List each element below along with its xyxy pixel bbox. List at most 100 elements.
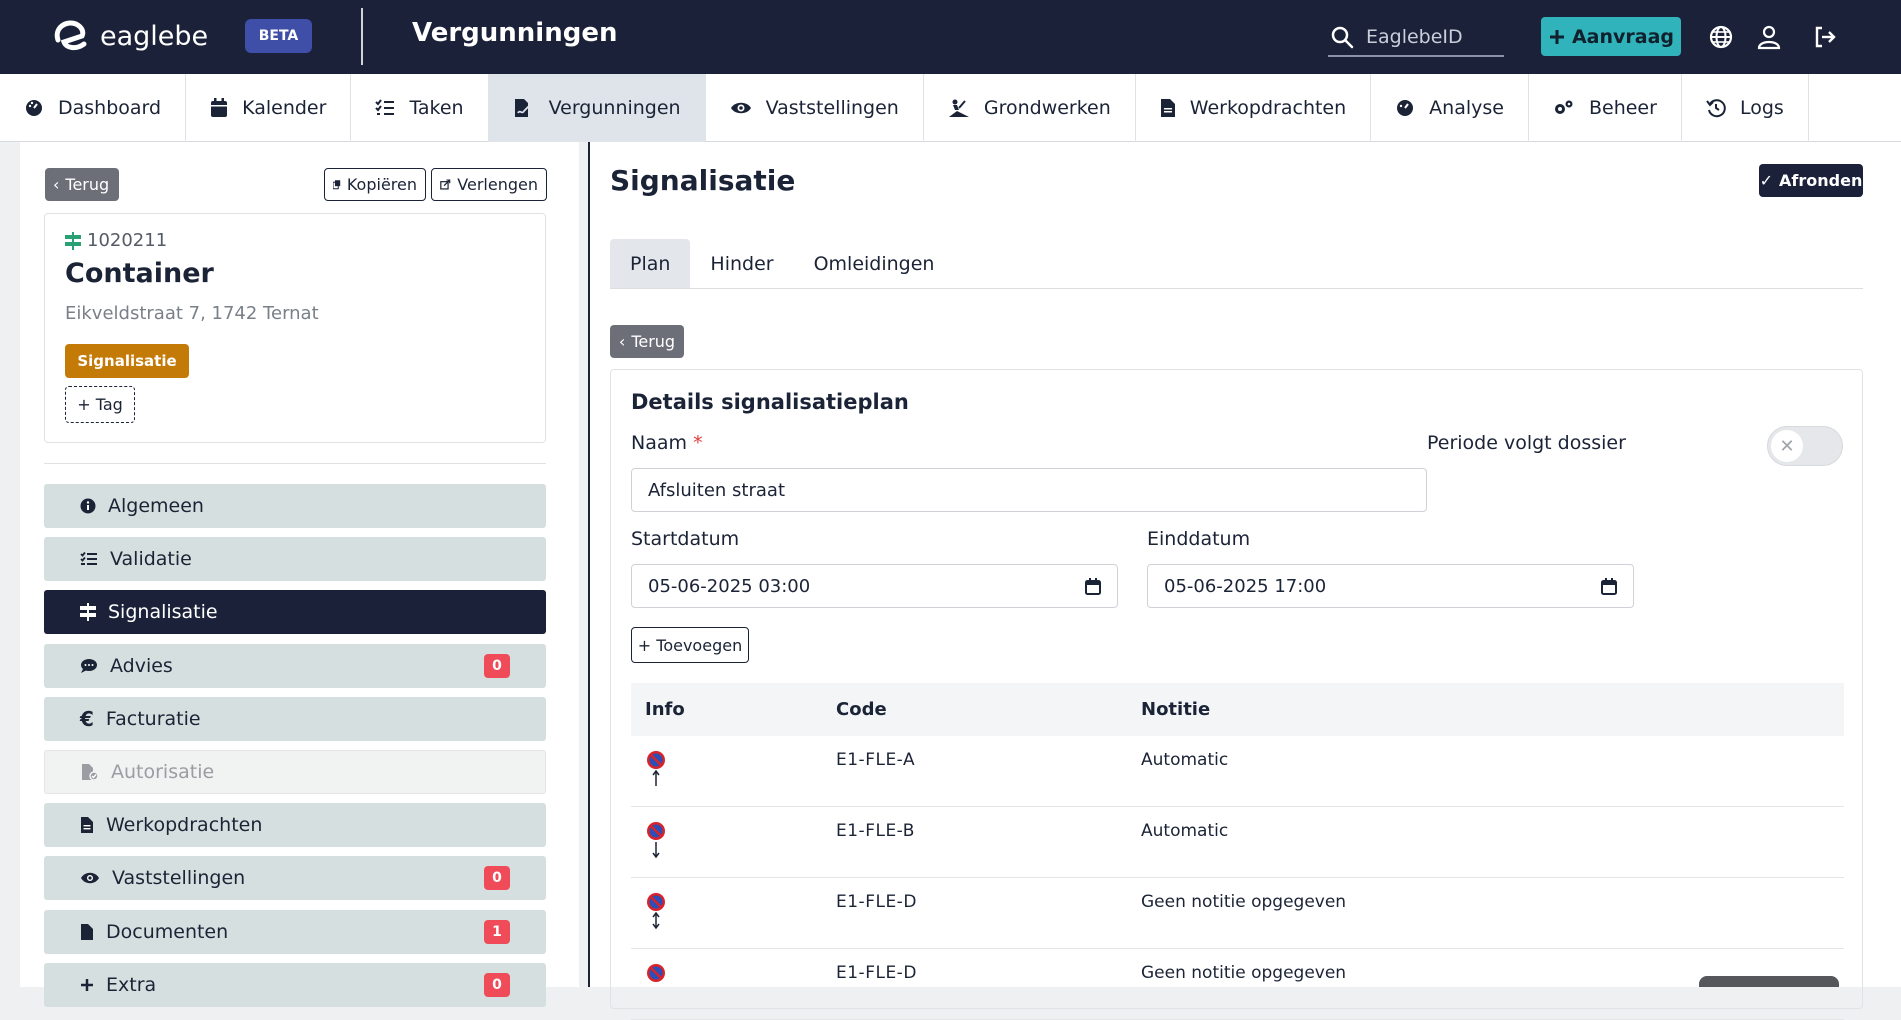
nav-item-kalender[interactable]: Kalender (186, 74, 352, 142)
chevron-left-icon: ‹ (618, 332, 626, 351)
periode-label: Periode volgt dossier (1427, 432, 1626, 454)
eye-icon (730, 102, 751, 114)
eaglebe-logo-icon (54, 20, 87, 51)
startdatum-value: 05-06-2025 03:00 (648, 575, 811, 597)
copy-button[interactable]: Kopiëren (324, 168, 426, 201)
table-row[interactable]: E1-FLE-D Geen notitie opgegeven (631, 878, 1844, 949)
startdatum-label: Startdatum (631, 528, 740, 550)
plus-icon (1549, 29, 1564, 44)
menu-item-advies[interactable]: Advies 0 (44, 644, 546, 688)
naam-input[interactable]: Afsluiten straat (631, 468, 1427, 512)
table-row[interactable]: E1-FLE-D Geen notitie opgegeven (631, 949, 1844, 1020)
eaglebe-logo[interactable]: eaglebe (52, 18, 208, 54)
einddatum-input[interactable]: 05-06-2025 17:00 (1147, 564, 1634, 608)
dossier-number-text: 1020211 (87, 230, 168, 251)
menu-item-signalisatie[interactable]: Signalisatie (44, 590, 546, 634)
nav-item-grondwerken[interactable]: Grondwerken (924, 74, 1136, 142)
startdatum-input[interactable]: 05-06-2025 03:00 (631, 564, 1118, 608)
menu-label: Vaststellingen (112, 867, 246, 889)
gauge-icon (26, 100, 42, 116)
user-icon[interactable] (1756, 24, 1782, 50)
menu-label: Autorisatie (111, 761, 215, 783)
table-row[interactable]: E1-FLE-B Automatic (631, 807, 1844, 878)
copy-icon (333, 180, 341, 190)
naam-label: Naam * (631, 432, 703, 454)
nav-item-vaststellingen[interactable]: Vaststellingen (706, 74, 924, 142)
tab-hinder[interactable]: Hinder (690, 239, 793, 288)
check-icon: ✓ (1759, 171, 1774, 190)
menu-item-validatie[interactable]: Validatie (44, 537, 546, 581)
no-parking-sign-icon (647, 893, 665, 930)
add-tag-button[interactable]: + Tag (65, 386, 135, 423)
nav-label: Logs (1739, 97, 1784, 119)
toevoegen-button[interactable]: + Toevoegen (631, 627, 749, 663)
digging-icon (948, 99, 969, 117)
section-title: Signalisatie (610, 164, 796, 197)
tag-signalisatie[interactable]: Signalisatie (65, 344, 189, 378)
menu-label: Documenten (106, 921, 229, 943)
menu-item-algemeen[interactable]: Algemeen (44, 484, 546, 528)
einddatum-value: 05-06-2025 17:00 (1164, 575, 1327, 597)
row-code: E1-FLE-D (836, 963, 917, 983)
afronden-button[interactable]: ✓ Afronden (1759, 164, 1863, 197)
search-input[interactable] (1366, 26, 1496, 48)
table-header: Info Code Notitie (631, 683, 1844, 736)
menu-label: Signalisatie (108, 601, 218, 623)
page-title: Vergunningen (412, 18, 618, 48)
comments-icon (81, 659, 97, 673)
menu-item-documenten[interactable]: Documenten 1 (44, 910, 546, 954)
file-icon (81, 924, 93, 940)
menu-label: Facturatie (105, 708, 201, 730)
afronden-label: Afronden (1779, 171, 1863, 190)
tab-plan[interactable]: Plan (610, 239, 691, 288)
required-marker: * (693, 432, 703, 454)
dossier-number: 1020211 (65, 230, 167, 251)
back-label: Terug (65, 175, 110, 194)
menu-item-facturatie[interactable]: € Facturatie (44, 697, 546, 741)
globe-icon[interactable] (1708, 24, 1734, 50)
nav-label: Werkopdrachten (1189, 97, 1347, 119)
extend-button[interactable]: Verlengen (431, 168, 547, 201)
nav-item-werkopdrachten[interactable]: Werkopdrachten (1136, 74, 1372, 142)
vaststellingen-count-badge: 0 (484, 866, 510, 890)
tab-bar: Plan Hinder Omleidingen (610, 239, 1863, 289)
nav-item-taken[interactable]: Taken (351, 74, 489, 142)
aanvraag-label: Aanvraag (1571, 25, 1675, 48)
search-icon[interactable] (1330, 25, 1354, 49)
search-box[interactable] (1328, 19, 1504, 57)
nav-item-dashboard[interactable]: Dashboard (0, 74, 187, 142)
signpost-icon (80, 603, 96, 621)
share-icon (440, 179, 451, 190)
plan-back-button[interactable]: ‹ Terug (610, 325, 684, 358)
logo-text: eaglebe (100, 20, 209, 52)
floating-action-button[interactable] (1699, 976, 1839, 987)
logout-icon[interactable] (1812, 24, 1838, 50)
nav-item-analyse[interactable]: Analyse (1371, 74, 1529, 142)
nav-label: Vergunningen (548, 97, 681, 119)
row-code: E1-FLE-B (836, 821, 915, 841)
nav-item-vergunningen[interactable]: Vergunningen (488, 74, 706, 142)
dossier-card: 1020211 Container Eikveldstraat 7, 1742 … (44, 213, 546, 443)
advies-count-badge: 0 (484, 654, 510, 678)
periode-toggle[interactable]: ✕ (1767, 426, 1843, 466)
table-row[interactable]: E1-FLE-A Automatic (631, 736, 1844, 807)
menu-item-vaststellingen[interactable]: Vaststellingen 0 (44, 856, 546, 900)
aanvraag-button[interactable]: Aanvraag (1541, 17, 1681, 56)
calendar-icon[interactable] (1601, 578, 1617, 595)
row-note: Automatic (1141, 821, 1229, 841)
menu-label: Extra (106, 974, 157, 996)
calendar-icon[interactable] (1085, 578, 1101, 595)
extra-count-badge: 0 (484, 973, 510, 997)
tab-omleidingen[interactable]: Omleidingen (794, 239, 955, 288)
menu-label: Validatie (110, 548, 192, 570)
menu-item-extra[interactable]: Extra 0 (44, 963, 546, 1007)
header-info: Info (645, 699, 685, 720)
nav-item-beheer[interactable]: Beheer (1529, 74, 1682, 142)
menu-label: Advies (110, 655, 173, 677)
menu-item-werkopdrachten[interactable]: Werkopdrachten (44, 803, 546, 847)
nav-label: Taken (409, 97, 464, 119)
document-icon (81, 817, 93, 833)
back-button[interactable]: ‹ Terug (45, 168, 119, 201)
nav-item-logs[interactable]: Logs (1682, 74, 1809, 142)
nav-label: Beheer (1588, 97, 1657, 119)
